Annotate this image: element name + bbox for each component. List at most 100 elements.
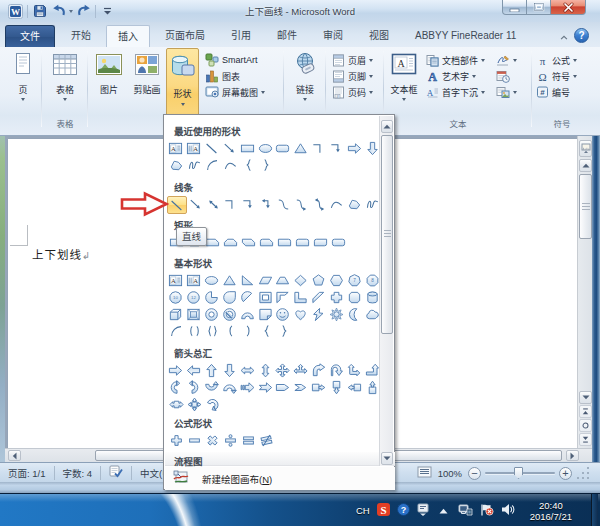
object-button[interactable] (496, 84, 517, 100)
shape-curveddbl[interactable] (310, 196, 328, 213)
shape-adown[interactable] (220, 362, 238, 379)
shape-dblarrow[interactable] (204, 196, 222, 213)
shape-roundrect[interactable] (329, 234, 347, 251)
shape-snipround[interactable] (257, 234, 275, 251)
status-page-number[interactable]: 页面: 1/1 (0, 466, 54, 480)
shape-calloutquad[interactable] (185, 396, 203, 413)
show-desktop-button[interactable] (591, 494, 598, 526)
clipart-button[interactable]: 剪贴画 (128, 50, 166, 96)
shape-curvdown[interactable] (203, 379, 221, 396)
shape-lbrace[interactable] (257, 323, 275, 340)
shape-diagstripe[interactable] (310, 289, 328, 306)
shape-eqnoteq[interactable] (257, 432, 275, 449)
shape-nosymbol[interactable] (220, 306, 238, 323)
shape-heptagon[interactable]: 7 (345, 272, 363, 289)
shape-dblbrace[interactable] (203, 323, 221, 340)
shape-heart[interactable] (292, 306, 310, 323)
ruler-toggle-button[interactable] (579, 140, 592, 157)
shape-cube[interactable] (167, 306, 185, 323)
shape-bent[interactable] (310, 362, 328, 379)
shape-curve[interactable] (328, 196, 346, 213)
chart-button[interactable]: 图表 (205, 68, 240, 84)
status-word-count[interactable]: 字数: 4 (55, 466, 101, 480)
spellcheck-status-icon[interactable] (101, 465, 131, 480)
language-indicator[interactable]: CH (356, 505, 370, 516)
network-icon[interactable] (458, 503, 473, 518)
shape-elbow[interactable] (222, 196, 240, 213)
view-layout-icon[interactable] (417, 466, 432, 480)
shape-arc[interactable] (203, 157, 221, 174)
shape-donut[interactable] (203, 306, 221, 323)
shape-arrow[interactable] (187, 196, 205, 213)
shape-rbrace[interactable] (257, 157, 275, 174)
shape-notched[interactable] (256, 379, 274, 396)
shape-sun[interactable] (327, 306, 345, 323)
shape-triangle[interactable] (292, 140, 310, 157)
shape-alru[interactable] (292, 362, 310, 379)
shape-snipdiag[interactable] (239, 234, 257, 251)
shape-aud[interactable] (256, 362, 274, 379)
screenshot-button[interactable]: 屏幕截图 (205, 84, 265, 100)
shape-curved[interactable] (275, 196, 293, 213)
zoom-level[interactable]: 100% (436, 468, 464, 479)
tab-审阅[interactable]: 审阅 (312, 25, 354, 47)
scroll-right-icon[interactable] (566, 450, 579, 461)
tab-引用[interactable]: 引用 (220, 25, 262, 47)
shape-round1[interactable] (275, 234, 293, 251)
shape-eqequal[interactable] (239, 432, 257, 449)
shape-pentagon[interactable] (310, 272, 328, 289)
tab-插入[interactable]: 插入 (106, 25, 150, 47)
maximize-button[interactable] (527, 0, 550, 15)
shape-textbox[interactable]: A (167, 272, 185, 289)
shape-snipside[interactable] (221, 234, 239, 251)
scroll-up-icon[interactable] (579, 159, 592, 172)
shape-arc[interactable] (167, 323, 185, 340)
shape-calloutr[interactable] (310, 379, 328, 396)
tab-视图[interactable]: 视图 (358, 25, 400, 47)
shape-curvedarrow[interactable] (293, 196, 311, 213)
equation-button[interactable]: π 公式 (536, 52, 577, 68)
shape-eqdiv[interactable] (221, 432, 239, 449)
shape-diamond[interactable] (292, 272, 310, 289)
shape-lbracket[interactable] (221, 323, 239, 340)
shape-triangle[interactable] (220, 272, 238, 289)
taskbar-clock[interactable]: 20:40 2016/7/21 (522, 500, 582, 522)
picture-button[interactable]: 图片 (92, 50, 126, 96)
shape-aright[interactable] (167, 362, 185, 379)
shape-curve[interactable] (221, 157, 239, 174)
shape-teardrop[interactable] (220, 289, 238, 306)
shape-textbox[interactable]: A (167, 140, 185, 157)
shapes-menu-scrollbar[interactable] (379, 116, 393, 466)
menu-scroll-down-icon[interactable] (381, 452, 393, 465)
smartart-button[interactable]: SmartArt (205, 52, 258, 68)
shape-blockarc[interactable] (238, 306, 256, 323)
select-browse-object-button[interactable] (579, 419, 592, 432)
shape-lshape[interactable] (292, 289, 310, 306)
shape-oval[interactable] (203, 272, 221, 289)
show-hidden-icons[interactable] (439, 506, 448, 516)
shape-rbracket[interactable] (239, 323, 257, 340)
shape-aleftup[interactable] (345, 362, 363, 379)
shape-parallelogram[interactable] (256, 272, 274, 289)
zoom-slider-thumb[interactable] (514, 467, 523, 479)
help-tray-icon[interactable]: ? (397, 503, 410, 518)
shape-dodecagon[interactable]: 12 (185, 289, 203, 306)
vertical-scroll-thumb[interactable] (579, 174, 592, 239)
numbering-button[interactable]: # 编号 (536, 84, 570, 100)
shape-lbrace[interactable] (239, 157, 257, 174)
tab-开始[interactable]: 开始 (60, 25, 102, 47)
shape-elbow[interactable] (310, 140, 328, 157)
links-button[interactable]: 链接 (289, 50, 321, 101)
shape-halfframe[interactable] (274, 289, 292, 306)
shape-striped[interactable] (238, 379, 256, 396)
datetime-button[interactable] (496, 68, 517, 84)
menu-scroll-thumb[interactable] (381, 135, 393, 334)
dropcap-button[interactable]: A 首字下沉 (426, 84, 485, 100)
shape-eqminus[interactable] (185, 432, 203, 449)
shape-chevron[interactable] (292, 379, 310, 396)
shape-circarrow[interactable] (203, 396, 221, 413)
word-logo-icon[interactable]: W (7, 3, 24, 20)
save-icon[interactable] (31, 3, 48, 20)
shape-aleft[interactable] (185, 362, 203, 379)
shape-freeform[interactable] (346, 196, 364, 213)
